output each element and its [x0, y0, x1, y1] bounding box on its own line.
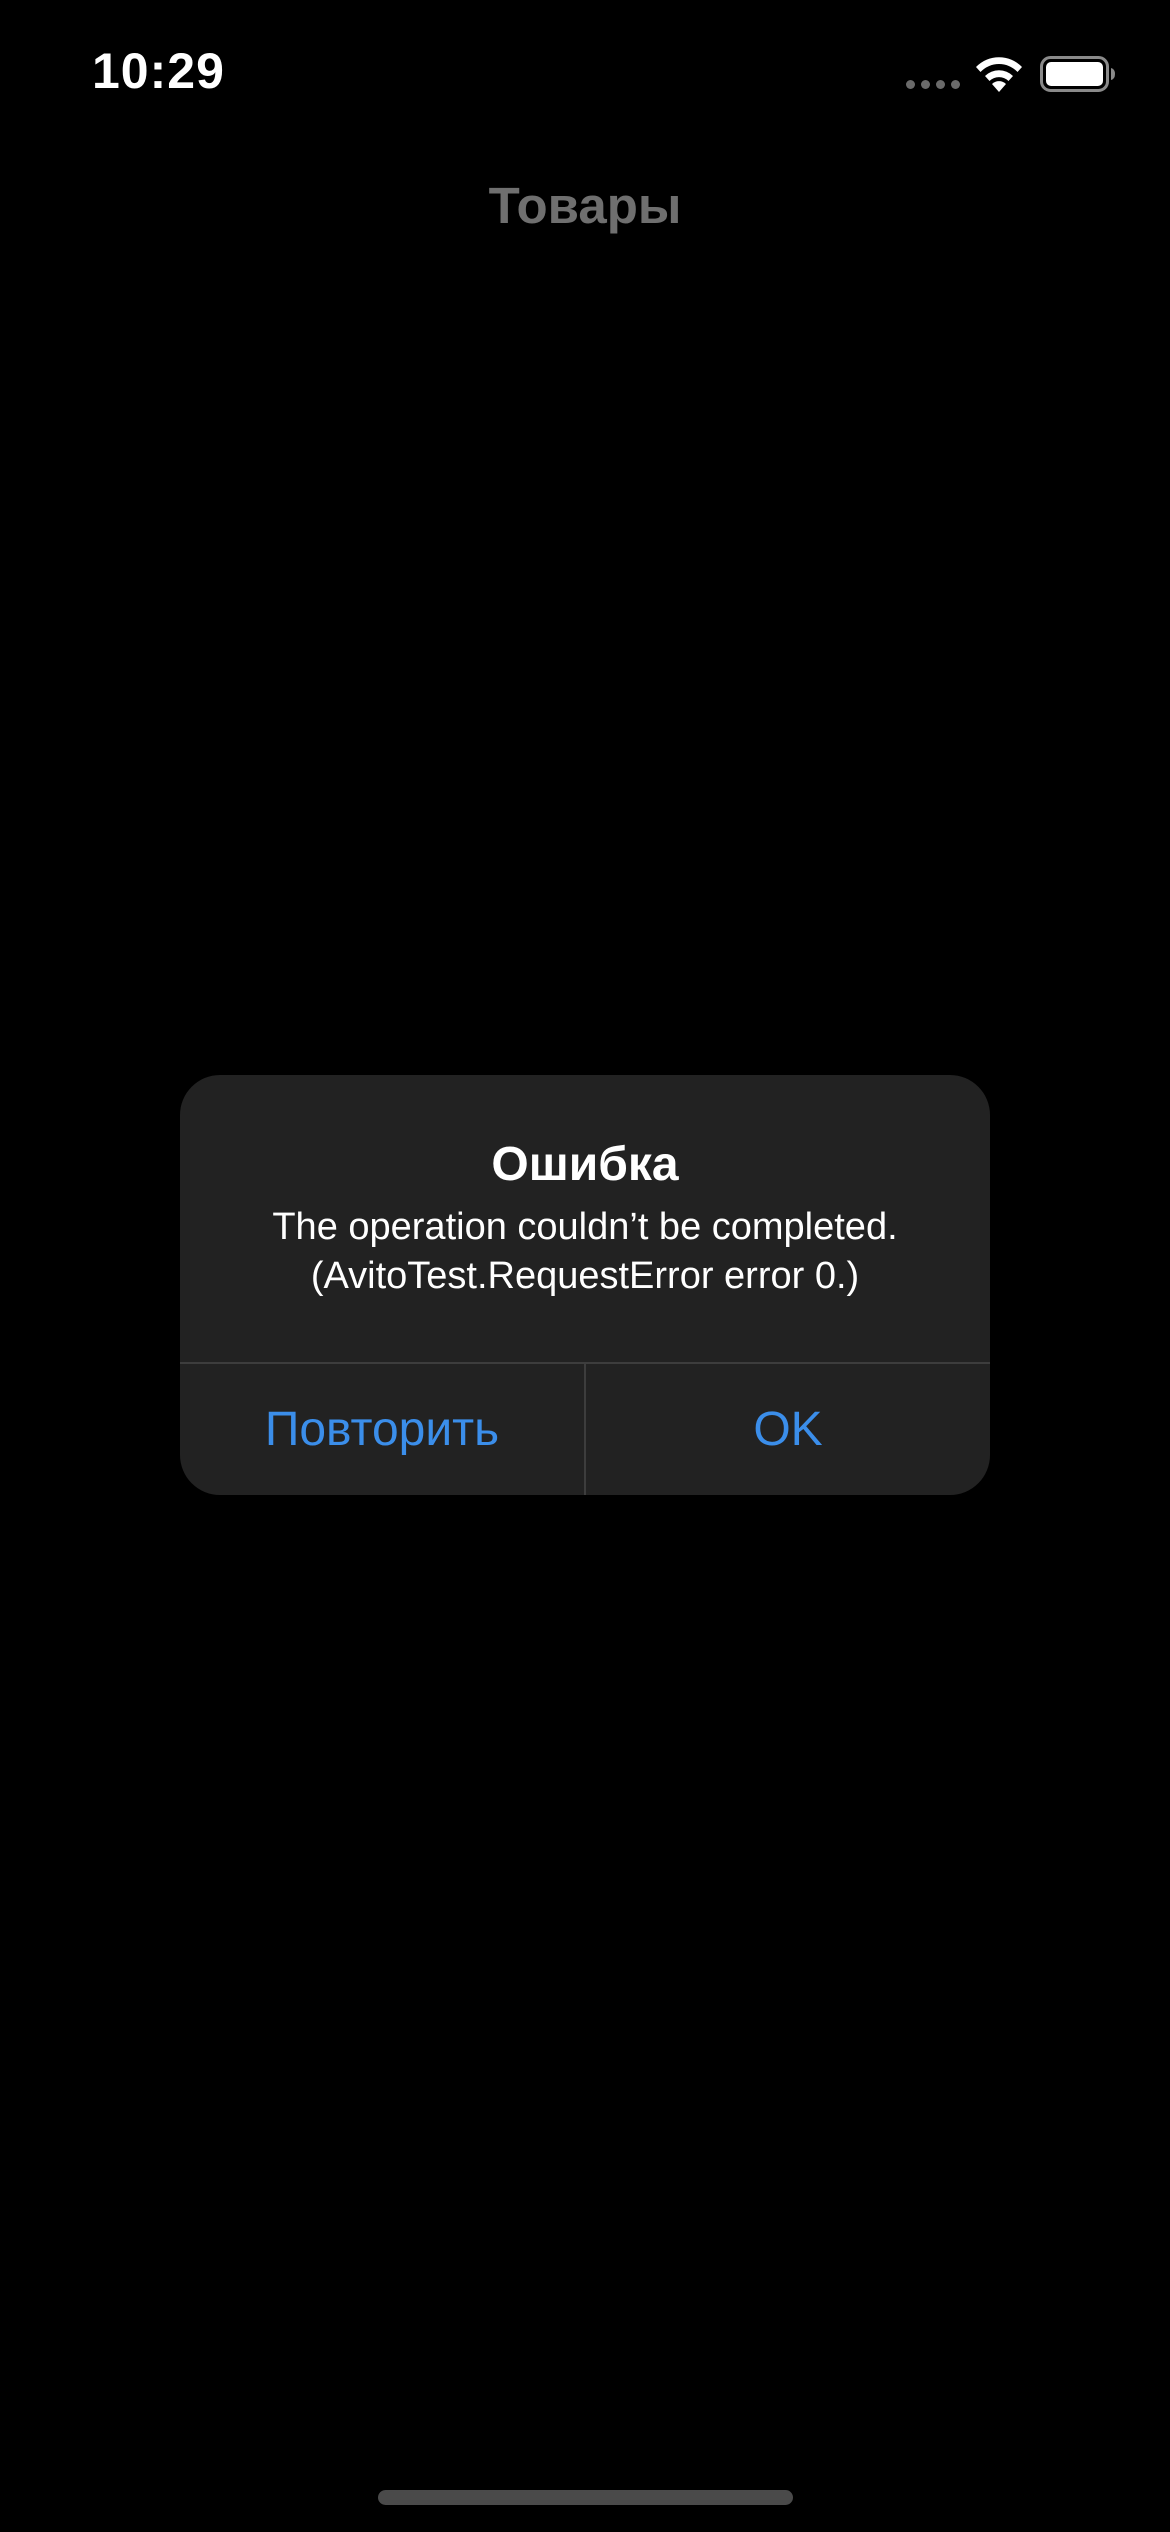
error-alert-dialog: Ошибка The operation couldn’t be complet… — [180, 1075, 990, 1495]
ok-button[interactable]: OK — [586, 1364, 990, 1495]
alert-title: Ошибка — [491, 1138, 679, 1191]
battery-icon — [1040, 56, 1115, 92]
status-bar: 10:29 — [0, 0, 1170, 150]
wifi-icon — [976, 57, 1022, 92]
retry-button[interactable]: Повторить — [180, 1364, 584, 1495]
alert-message: The operation couldn’t be completed. (Av… — [210, 1203, 960, 1301]
home-indicator[interactable] — [378, 2490, 793, 2505]
alert-message-line: (AvitoTest.RequestError error 0.) — [310, 1255, 860, 1297]
alert-message-line: The operation couldn’t be completed. — [272, 1206, 898, 1248]
page-title: Товары — [488, 177, 682, 234]
cellular-signal-icon — [906, 80, 960, 90]
status-time: 10:29 — [92, 43, 225, 99]
